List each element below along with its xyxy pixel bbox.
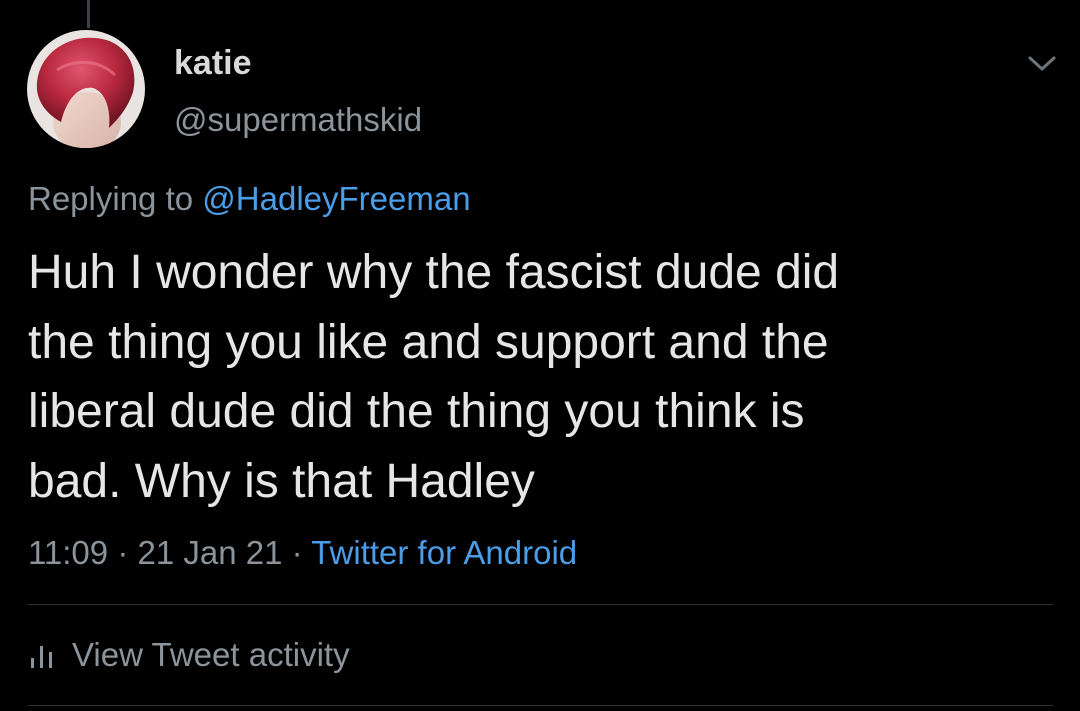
- divider: [28, 705, 1053, 706]
- thread-connector-line: [87, 0, 90, 28]
- replying-to-mention-link[interactable]: @HadleyFreeman: [202, 180, 470, 217]
- avatar[interactable]: [27, 30, 145, 148]
- replying-to-label: Replying to: [28, 180, 194, 217]
- view-tweet-activity-button[interactable]: View Tweet activity: [28, 636, 350, 674]
- tweet-text-line: liberal dude did the thing you think is: [28, 385, 805, 438]
- chevron-down-icon: [1028, 56, 1056, 71]
- author-handle[interactable]: @supermathskid: [174, 101, 422, 139]
- view-tweet-activity-label: View Tweet activity: [72, 636, 350, 673]
- tweet-time[interactable]: 11:09: [28, 534, 108, 571]
- tweet-date[interactable]: 21 Jan 21: [137, 534, 282, 571]
- author-display-name[interactable]: katie: [174, 44, 252, 83]
- tweet-metadata: 11:09 · 21 Jan 21 · Twitter for Android: [28, 534, 577, 572]
- tweet-source-link[interactable]: Twitter for Android: [311, 534, 577, 571]
- replying-to-line: Replying to @HadleyFreeman: [28, 180, 471, 218]
- more-options-button[interactable]: [1022, 50, 1062, 78]
- bar-chart-icon: [31, 646, 52, 668]
- tweet-text-line: Huh I wonder why the fascist dude did: [28, 246, 840, 299]
- tweet-text-line: the thing you like and support and the: [28, 315, 829, 369]
- tweet-text-line: bad. Why is that Hadley: [28, 454, 535, 508]
- avatar-image: [27, 30, 145, 148]
- meta-separator: ·: [117, 534, 129, 571]
- meta-separator: ·: [291, 534, 303, 571]
- tweet-text: Huh I wonder why the fascist dude did th…: [28, 238, 1048, 516]
- divider: [28, 604, 1053, 605]
